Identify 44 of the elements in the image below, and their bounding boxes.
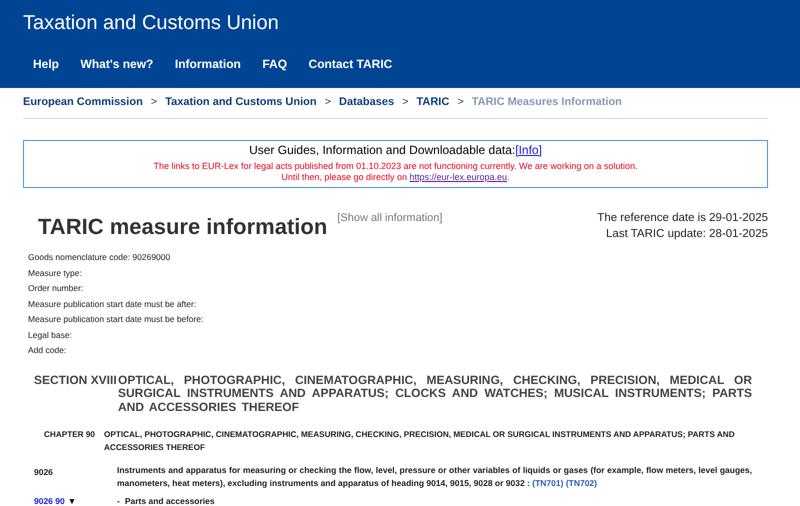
- reference-date: The reference date is 29-01-2025: [597, 211, 768, 226]
- nav-link[interactable]: Information: [174, 57, 241, 71]
- breadcrumb-separator: >: [324, 96, 332, 108]
- nav-link[interactable]: What's new?: [80, 57, 154, 71]
- list-dash: -: [117, 496, 120, 506]
- filter-label: Goods nomenclature code: 90269000: [28, 252, 172, 264]
- info-link[interactable]: [Info]: [515, 143, 542, 157]
- breadcrumb-link[interactable]: European Commission: [23, 96, 143, 108]
- page-title: TARIC measure information: [38, 214, 328, 240]
- warning-text: The links to EUR-Lex for legal acts published from 01.10.2023 are not functioning currently. We are working on a solution.: [152, 161, 638, 172]
- nav-link[interactable]: Contact TARIC: [308, 57, 392, 71]
- filter-label: Order number:: [28, 283, 84, 295]
- filter-label: Measure publication start date must be after:: [28, 298, 198, 311]
- show-all-link[interactable]: [Show all information]: [337, 212, 442, 224]
- breadcrumb-separator: >: [402, 96, 409, 108]
- filter-label: Add code:: [28, 345, 68, 357]
- heading-code: 9026: [34, 466, 54, 479]
- breadcrumb-separator: >: [150, 96, 158, 108]
- heading-description: Instruments and apparatus for measuring or checking the flow, level, pressure or other variables of liquids or gases (for example, flow meters, level gauges, manometers, heat meters), excluding instruments and apparatus of heading 9014, 9015, 9028 or 9032 : (TN701) (TN702): [117, 464, 752, 490]
- subheading-code-link[interactable]: 9026 90: [34, 496, 65, 506]
- section-label: SECTION XVIII: [34, 374, 118, 388]
- breadcrumb-link[interactable]: Databases: [339, 96, 394, 108]
- breadcrumb-current: TARIC Measures Information: [472, 96, 622, 108]
- nav-link[interactable]: Help: [33, 57, 60, 71]
- breadcrumb-link[interactable]: Taxation and Customs Union: [165, 96, 317, 108]
- expand-arrow-icon[interactable]: ▼: [68, 496, 76, 506]
- warning-period: .: [507, 172, 510, 182]
- chapter-label: CHAPTER 90: [44, 429, 96, 441]
- filter-label: Measure publication start date must be before:: [28, 314, 204, 326]
- section-title: OPTICAL, PHOTOGRAPHIC, CINEMATOGRAPHIC, MEASURING, CHECKING, PRECISION, MEDICAL OR SURGICAL INSTRUMENTS AND APPARATUS; CLOCKS AND WATCHES; MUSICAL INSTRUMENTS; PARTS AND ACCESSORIES THEREOF: [118, 374, 752, 414]
- last-update-date: Last TARIC update: 28-01-2025: [605, 227, 768, 242]
- eur-lex-link[interactable]: https://eur-lex.europa.eu: [410, 172, 508, 182]
- nav-link[interactable]: FAQ: [262, 57, 288, 71]
- notice-heading: User Guides, Information and Downloadable data:: [249, 143, 516, 157]
- breadcrumb-link[interactable]: TARIC: [416, 96, 450, 108]
- chapter-title: OPTICAL, PHOTOGRAPHIC, CINEMATOGRAPHIC, MEASURING, CHECKING, PRECISION, MEDICAL OR SURGICAL INSTRUMENTS AND APPARATUS; PARTS AND ACCESSORIES THEREOF: [104, 429, 736, 454]
- breadcrumb-separator: >: [457, 96, 464, 108]
- filter-label: Measure type:: [28, 268, 83, 280]
- site-title: Taxation and Customs Union: [23, 12, 279, 35]
- warning-text: Until then, please go directly on: [281, 172, 407, 182]
- note-link[interactable]: (TN702): [566, 478, 597, 488]
- filter-label: Legal base:: [28, 330, 73, 342]
- subheading-description: Parts and accessories: [124, 496, 215, 506]
- note-link[interactable]: (TN701): [532, 478, 564, 488]
